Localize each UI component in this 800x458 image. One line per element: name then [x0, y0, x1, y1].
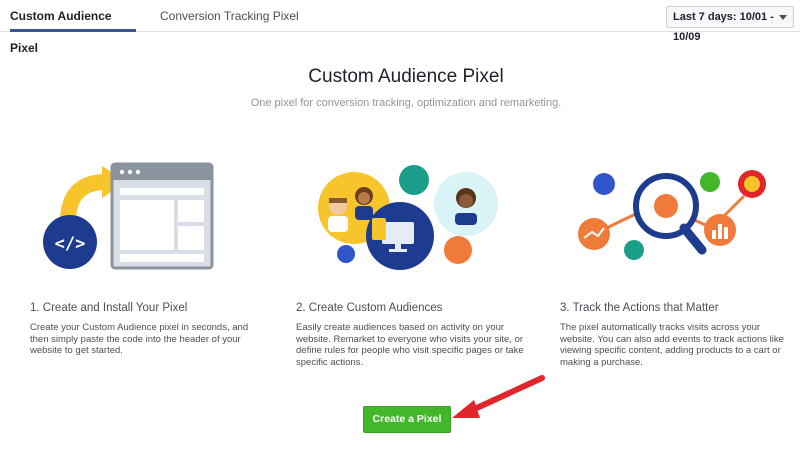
browser-code-icon: </> [43, 162, 214, 270]
tab-custom-audience-pixel[interactable]: Custom Audience Pixel [10, 0, 136, 55]
top-tab-bar: Custom Audience Pixel Conversion Trackin… [0, 0, 800, 55]
red-arrow-icon [452, 375, 545, 418]
step-3-description: The pixel automatically tracks visits ac… [560, 322, 784, 368]
tab-conversion-tracking-pixel[interactable]: Conversion Tracking Pixel [160, 0, 300, 32]
create-pixel-button[interactable]: Create a Pixel [363, 406, 451, 433]
date-range-label: Last 7 days: 10/01 - 10/09 [673, 11, 774, 43]
analytics-magnifier-icon [578, 170, 766, 260]
date-range-dropdown[interactable]: Last 7 days: 10/01 - 10/09 [666, 6, 794, 43]
svg-text:</>: </> [55, 234, 86, 254]
step-2-description: Easily create audiences based on activit… [296, 322, 524, 368]
step-1-title: 1. Create and Install Your Pixel [30, 302, 188, 314]
audience-people-icon [318, 165, 498, 270]
step-1-description: Create your Custom Audience pixel in sec… [30, 322, 249, 356]
step-2-title: 2. Create Custom Audiences [296, 302, 443, 314]
chevron-down-icon [779, 15, 787, 20]
page-title: Custom Audience Pixel [308, 66, 504, 87]
step-3-title: 3. Track the Actions that Matter [560, 302, 719, 314]
page-subtitle: One pixel for conversion tracking, optim… [250, 97, 562, 109]
